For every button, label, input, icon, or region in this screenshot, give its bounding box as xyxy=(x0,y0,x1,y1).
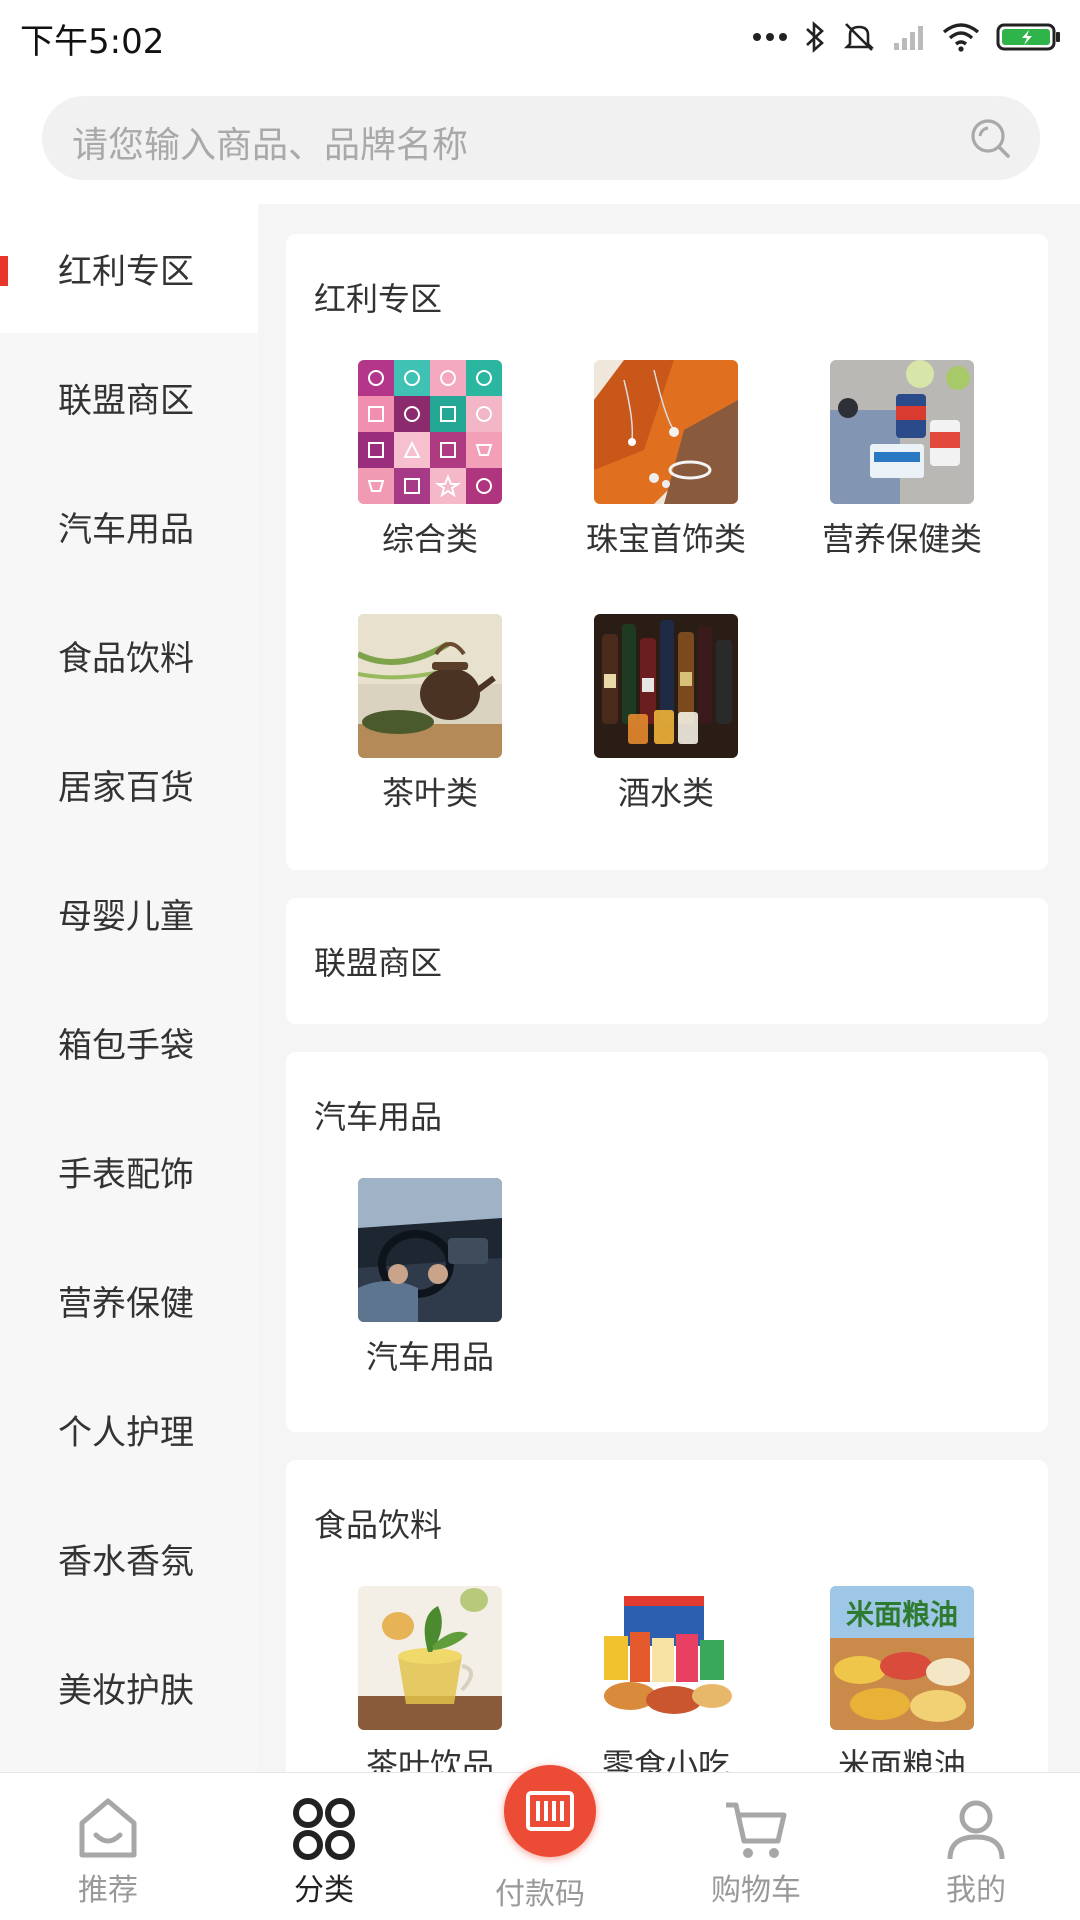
grains-image: 米面粮油 xyxy=(830,1586,974,1730)
sidebar-item-personal-care[interactable]: 个人护理 xyxy=(0,1365,258,1494)
tile-general[interactable]: 综合类 xyxy=(330,360,530,560)
nav-mine[interactable]: 我的 xyxy=(896,1793,1056,1909)
barcode-icon xyxy=(526,1791,574,1831)
general-category-image xyxy=(358,360,502,504)
tile-label: 综合类 xyxy=(381,520,478,558)
category-icon xyxy=(293,1798,355,1860)
bluetooth-icon xyxy=(806,21,824,53)
tile-snacks[interactable]: 零食小吃 xyxy=(566,1586,766,1772)
tile-nutrition[interactable]: 营养保健类 xyxy=(802,360,1002,560)
svg-text:米面粮油: 米面粮油 xyxy=(846,1598,958,1631)
nav-label: 推荐 xyxy=(78,1873,138,1908)
teapot-image xyxy=(358,614,502,758)
sidebar-item-label: 个人护理 xyxy=(58,1413,194,1453)
section-title: 联盟商区 xyxy=(314,944,443,982)
wifi-icon xyxy=(942,23,980,52)
sidebar-item-label: 母婴儿童 xyxy=(58,897,194,937)
battery-icon xyxy=(996,23,1060,51)
tile-label: 茶叶饮品 xyxy=(365,1746,494,1772)
sidebar-item-fragrance[interactable]: 香水香氛 xyxy=(0,1494,258,1623)
sidebar-item-label: 汽车用品 xyxy=(58,510,194,550)
sidebar-item-food-drinks[interactable]: 食品饮料 xyxy=(0,591,258,720)
section-alliance-zone: 联盟商区 xyxy=(286,898,1048,1024)
sidebar-item-label: 美妆护肤 xyxy=(58,1671,194,1711)
sidebar-item-beauty[interactable]: 美妆护肤 xyxy=(0,1623,258,1752)
tile-label: 营养保健类 xyxy=(821,520,982,558)
tile-grains[interactable]: 米面粮油 米面粮油 xyxy=(802,1586,1002,1772)
sidebar-item-mother-baby[interactable]: 母婴儿童 xyxy=(0,849,258,978)
section-bonus-zone: 红利专区 综合类 珠宝首饰类 营养保健类 茶叶类 酒水类 xyxy=(286,234,1048,870)
signal-icon xyxy=(894,26,923,50)
search-icon[interactable] xyxy=(968,116,1012,160)
tile-liquor[interactable]: 酒水类 xyxy=(566,614,766,814)
search-input[interactable]: 请您输入商品、品牌名称 xyxy=(42,96,1040,180)
liquor-image xyxy=(594,614,738,758)
sidebar-item-label: 食品饮料 xyxy=(58,639,194,679)
section-auto-supplies: 汽车用品 汽车用品 xyxy=(286,1052,1048,1432)
sidebar-item-label: 箱包手袋 xyxy=(58,1026,194,1066)
screen: 下午5:02 请您输入商品、品牌名称 红利专区 联盟商区 汽车用品 食品饮料 居… xyxy=(0,0,1080,1920)
status-icons xyxy=(752,20,1062,54)
sidebar-item-auto-supplies[interactable]: 汽车用品 xyxy=(0,462,258,591)
section-title: 食品饮料 xyxy=(314,1506,443,1544)
tile-label: 酒水类 xyxy=(617,774,714,812)
cart-icon xyxy=(726,1802,787,1858)
sidebar-item-nutrition[interactable]: 营养保健 xyxy=(0,1236,258,1365)
tile-auto-supplies[interactable]: 汽车用品 xyxy=(330,1178,530,1378)
tile-label: 米面粮油 xyxy=(837,1746,966,1772)
search-bar: 请您输入商品、品牌名称 xyxy=(0,80,1080,204)
sidebar-item-watches[interactable]: 手表配饰 xyxy=(0,1107,258,1236)
more-dots-icon xyxy=(753,33,787,41)
tile-tea-drinks[interactable]: 茶叶饮品 xyxy=(330,1586,530,1772)
snacks-image xyxy=(594,1586,738,1730)
sidebar-item-household[interactable]: 居家百货 xyxy=(0,720,258,849)
nav-category[interactable]: 分类 xyxy=(244,1793,404,1909)
sidebar-item-label: 手表配饰 xyxy=(58,1155,194,1195)
tile-label: 珠宝首饰类 xyxy=(585,520,746,558)
section-food-drinks: 食品饮料 茶叶饮品 零食小吃 米面粮油 米面粮油 xyxy=(286,1460,1048,1772)
nav-label[interactable]: 付款码 xyxy=(460,1869,620,1913)
sidebar-item-label: 联盟商区 xyxy=(58,381,194,421)
status-time: 下午5:02 xyxy=(20,22,165,62)
user-icon xyxy=(947,1800,1005,1860)
bottom-nav: 推荐 分类 付款码 购物车 我的 xyxy=(0,1765,1080,1920)
sidebar-item-label: 营养保健 xyxy=(58,1284,194,1324)
category-content: 红利专区 综合类 珠宝首饰类 营养保健类 茶叶类 酒水类 联盟商区 汽车用品 汽… xyxy=(258,204,1080,1772)
tile-label: 汽车用品 xyxy=(365,1338,494,1376)
nav-cart[interactable]: 购物车 xyxy=(676,1793,836,1909)
category-sidebar: 红利专区 联盟商区 汽车用品 食品饮料 居家百货 母婴儿童 箱包手袋 手表配饰 … xyxy=(0,204,258,1772)
tile-label: 零食小吃 xyxy=(601,1746,730,1772)
sidebar-item-label: 红利专区 xyxy=(58,252,194,292)
sidebar-item-bonus-zone[interactable]: 红利专区 xyxy=(0,204,258,333)
sidebar-item-label: 居家百货 xyxy=(58,768,194,808)
sidebar-item-alliance-zone[interactable]: 联盟商区 xyxy=(0,333,258,462)
tile-jewelry[interactable]: 珠宝首饰类 xyxy=(566,360,766,560)
nav-label: 购物车 xyxy=(711,1873,801,1908)
section-title: 红利专区 xyxy=(314,280,443,318)
tea-cup-image xyxy=(358,1586,502,1730)
nav-label: 我的 xyxy=(946,1873,1006,1908)
mute-bell-icon xyxy=(843,23,875,51)
car-interior-image xyxy=(358,1178,502,1322)
nav-recommend[interactable]: 推荐 xyxy=(28,1793,188,1909)
search-placeholder: 请您输入商品、品牌名称 xyxy=(72,125,469,166)
tile-label: 茶叶类 xyxy=(381,774,478,812)
tile-tea[interactable]: 茶叶类 xyxy=(330,614,530,814)
home-icon xyxy=(79,1798,137,1858)
sidebar-item-bags[interactable]: 箱包手袋 xyxy=(0,978,258,1107)
sidebar-item-label: 香水香氛 xyxy=(58,1542,194,1582)
jewelry-image xyxy=(594,360,738,504)
pay-code-button[interactable] xyxy=(504,1765,596,1857)
status-bar: 下午5:02 xyxy=(0,0,1080,80)
section-title: 汽车用品 xyxy=(314,1098,443,1136)
supplements-image xyxy=(830,360,974,504)
nav-label: 分类 xyxy=(294,1873,354,1908)
